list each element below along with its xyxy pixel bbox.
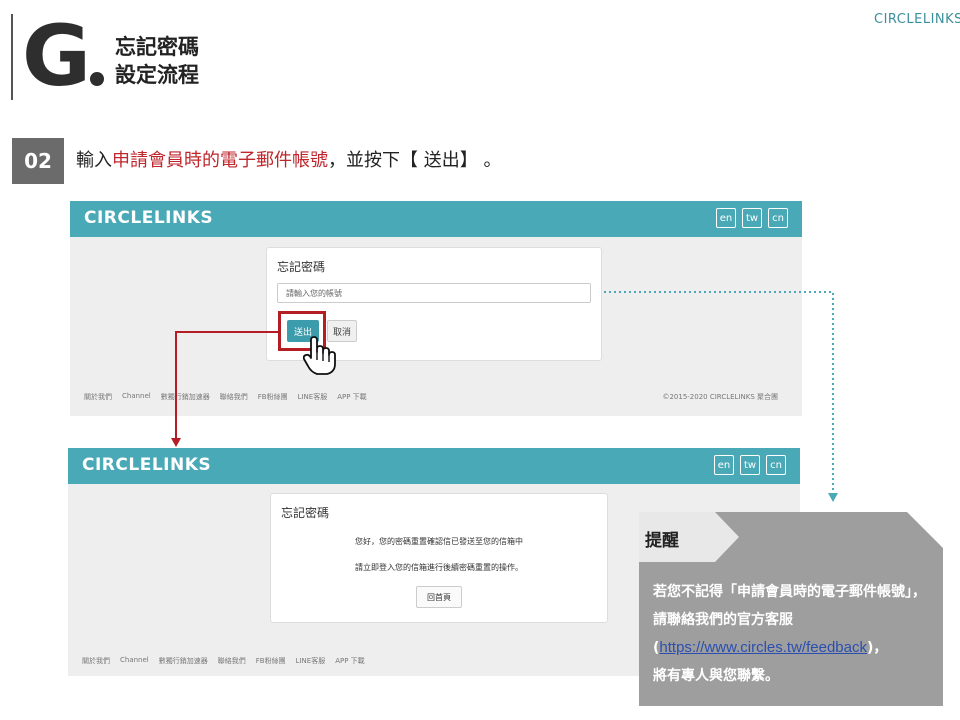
red-flow-arrow <box>175 331 281 440</box>
reminder-label: 提醒 <box>645 531 679 551</box>
dotted-flow-arrow <box>604 291 834 494</box>
reminder-tab: 提醒 <box>639 512 739 562</box>
reminder-line1: 若您不記得「申請會員時的電子郵件帳號」，請聯絡我們的官方客服 <box>653 584 926 628</box>
reminder-paren-close: )， <box>866 640 888 656</box>
reminder-text: 若您不記得「申請會員時的電子郵件帳號」，請聯絡我們的官方客服 (https://… <box>653 578 935 690</box>
reminder-line3: 將有專人與您聯繫。 <box>653 668 779 684</box>
feedback-link[interactable]: https://www.circles.tw/feedback <box>659 639 867 656</box>
reminder-callout: 提醒 若您不記得「申請會員時的電子郵件帳號」，請聯絡我們的官方客服 (https… <box>639 512 943 706</box>
dotted-arrowhead <box>828 493 838 502</box>
reminder-corner <box>907 512 943 548</box>
red-arrowhead <box>171 438 181 447</box>
